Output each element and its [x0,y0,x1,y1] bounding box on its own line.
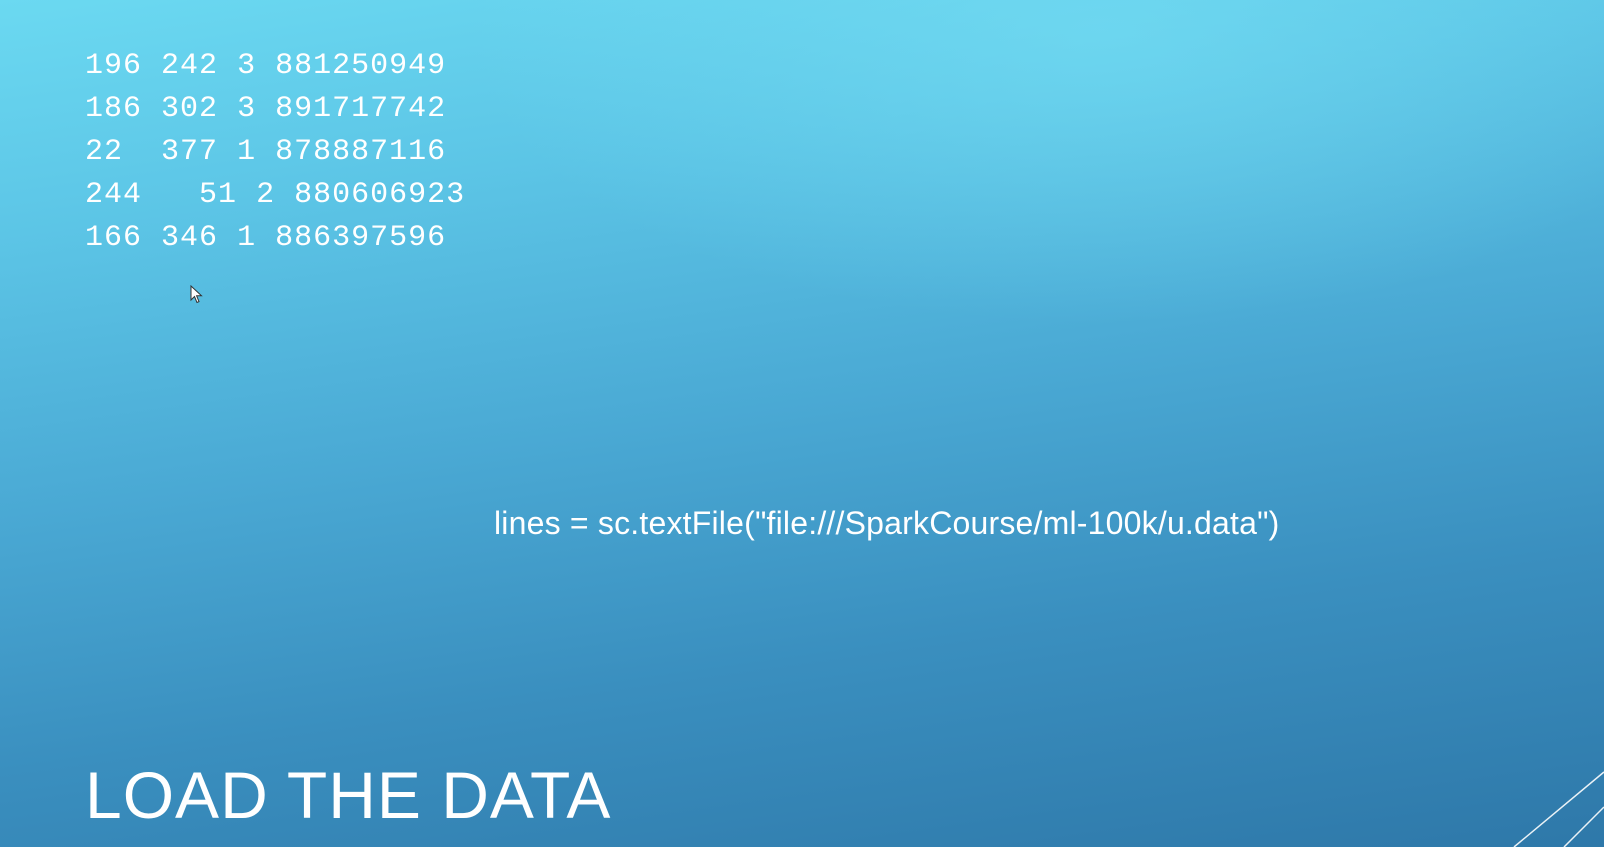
timestamp-cell: 880606923 [294,178,466,212]
movie-id-cell: 346 [161,221,219,255]
rating-cell: 1 [237,135,257,169]
movie-id-cell: 51 [180,178,238,212]
user-id-cell: 22 [85,135,124,169]
sample-data-block: 196 242 3 881250949 186 302 3 891717742 … [85,45,465,260]
user-id-cell: 196 [85,49,143,83]
movie-id-cell: 377 [161,135,219,169]
movie-id-cell: 242 [161,49,219,83]
data-row: 22 377 1 878887116 [85,131,465,174]
user-id-cell: 186 [85,92,143,126]
movie-id-cell: 302 [161,92,219,126]
timestamp-cell: 881250949 [275,49,447,83]
timestamp-cell: 886397596 [275,221,447,255]
user-id-cell: 244 [85,178,143,212]
mouse-pointer-icon [190,285,203,304]
rating-cell: 3 [237,92,257,126]
user-id-cell: 166 [85,221,143,255]
timestamp-cell: 878887116 [275,135,447,169]
data-row: 166 346 1 886397596 [85,217,465,260]
rating-cell: 2 [256,178,276,212]
data-row: 186 302 3 891717742 [85,88,465,131]
data-row: 196 242 3 881250949 [85,45,465,88]
presentation-slide: 196 242 3 881250949 186 302 3 891717742 … [0,0,1604,847]
timestamp-cell: 891717742 [275,92,447,126]
slide-title: LOAD THE DATA [85,758,612,832]
data-row: 244 51 2 880606923 [85,174,465,217]
diagonal-lines-decoration [1513,771,1604,847]
rating-cell: 1 [237,221,257,255]
rating-cell: 3 [237,49,257,83]
code-snippet: lines = sc.textFile("file:///SparkCourse… [494,505,1280,541]
